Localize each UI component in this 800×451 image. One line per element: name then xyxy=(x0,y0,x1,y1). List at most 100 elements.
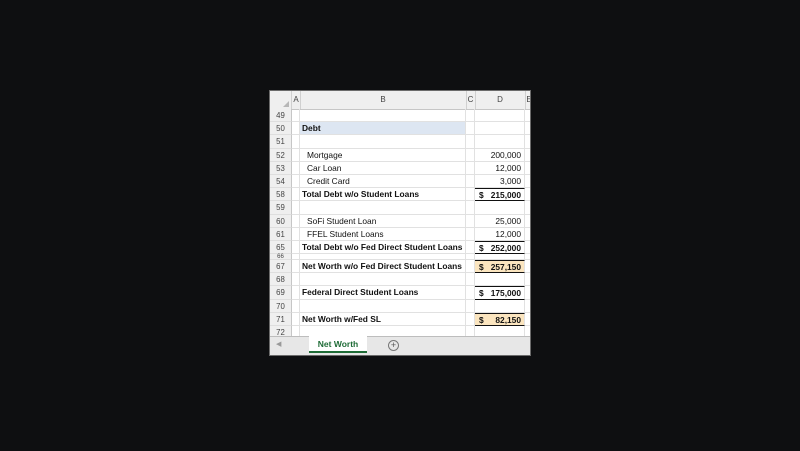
cell-d-value[interactable]: 12,000 xyxy=(475,161,525,175)
cell-c[interactable] xyxy=(466,299,475,313)
cell-b-label[interactable] xyxy=(300,299,466,313)
cell-e[interactable] xyxy=(525,162,530,175)
row-number[interactable]: 67 xyxy=(270,260,292,274)
cell-d-value[interactable] xyxy=(475,201,525,215)
row-number[interactable]: 70 xyxy=(270,299,292,313)
cell-a[interactable] xyxy=(292,109,300,123)
select-all-corner[interactable] xyxy=(270,91,292,109)
cell-b-label[interactable]: Mortgage xyxy=(300,148,466,162)
cell-c[interactable] xyxy=(466,273,475,287)
cell-d-value[interactable]: $257,150 xyxy=(475,260,525,274)
cell-e[interactable] xyxy=(525,188,530,202)
row-number[interactable]: 68 xyxy=(270,273,292,287)
cell-e[interactable] xyxy=(525,228,530,241)
cell-b-label[interactable]: Credit Card xyxy=(300,174,466,189)
cell-a[interactable] xyxy=(292,214,300,228)
cell-a[interactable] xyxy=(292,227,300,241)
row-number[interactable]: 49 xyxy=(270,109,292,123)
cell-d-value[interactable]: $82,150 xyxy=(475,312,525,326)
cell-b-label[interactable]: SoFi Student Loan xyxy=(300,214,466,228)
cell-a[interactable] xyxy=(292,273,300,287)
cell-a[interactable] xyxy=(292,174,300,189)
cell-d-value[interactable] xyxy=(475,299,525,313)
cell-c[interactable] xyxy=(466,148,475,162)
row-number[interactable]: 69 xyxy=(270,286,292,300)
row-number[interactable]: 53 xyxy=(270,161,292,175)
tab-scroll-left-icon[interactable]: ◀ xyxy=(276,340,281,348)
cell-c[interactable] xyxy=(466,174,475,189)
row-number[interactable]: 61 xyxy=(270,227,292,241)
cell-b-label[interactable] xyxy=(300,201,466,215)
cell-d-value[interactable]: 3,000 xyxy=(475,174,525,189)
cell-d-value[interactable]: $252,000 xyxy=(475,240,525,255)
cell-d-value[interactable] xyxy=(475,273,525,287)
cell-c[interactable] xyxy=(466,227,475,241)
cell-b-label[interactable] xyxy=(300,273,466,287)
cell-e[interactable] xyxy=(525,286,530,300)
row-number[interactable]: 65 xyxy=(270,240,292,255)
cell-c[interactable] xyxy=(466,260,475,274)
cell-b-label[interactable]: Total Debt w/o Fed Direct Student Loans xyxy=(300,240,466,255)
cell-d-value[interactable] xyxy=(475,135,525,149)
cell-b-label[interactable] xyxy=(300,109,466,123)
cell-d-value[interactable] xyxy=(475,109,525,123)
cell-a[interactable] xyxy=(292,240,300,255)
cell-a[interactable] xyxy=(292,135,300,149)
cell-a[interactable] xyxy=(292,148,300,162)
cell-a[interactable] xyxy=(292,201,300,215)
cell-d-value[interactable]: 12,000 xyxy=(475,227,525,241)
cell-d-value[interactable]: $175,000 xyxy=(475,286,525,300)
cell-c[interactable] xyxy=(466,188,475,202)
row-number[interactable]: 71 xyxy=(270,312,292,326)
cell-a[interactable] xyxy=(292,312,300,326)
cell-b-label[interactable]: Federal Direct Student Loans xyxy=(300,286,466,300)
cell-e[interactable] xyxy=(525,260,530,274)
cell-b-label[interactable]: Net Worth w/Fed SL xyxy=(300,312,466,326)
cell-c[interactable] xyxy=(466,214,475,228)
sheet-tab-net-worth[interactable]: Net Worth xyxy=(309,336,367,353)
cell-e[interactable] xyxy=(525,175,530,189)
column-header-d[interactable]: D xyxy=(475,91,526,109)
cell-d-value[interactable]: 25,000 xyxy=(475,214,525,228)
cell-e[interactable] xyxy=(525,300,530,313)
column-header-e[interactable]: E xyxy=(525,91,530,109)
cell-e[interactable] xyxy=(525,201,530,215)
cell-e[interactable] xyxy=(525,313,530,326)
cell-e[interactable] xyxy=(525,215,530,228)
cell-b-label[interactable]: Car Loan xyxy=(300,161,466,175)
cell-a[interactable] xyxy=(292,299,300,313)
cell-b-label[interactable]: Net Worth w/o Fed Direct Student Loans xyxy=(300,260,466,274)
row-number[interactable]: 52 xyxy=(270,148,292,162)
cell-a[interactable] xyxy=(292,122,300,136)
row-number[interactable]: 54 xyxy=(270,174,292,189)
cell-a[interactable] xyxy=(292,260,300,274)
row-number[interactable]: 51 xyxy=(270,135,292,149)
cell-e[interactable] xyxy=(525,135,530,149)
row-number[interactable]: 50 xyxy=(270,122,292,136)
cell-e[interactable] xyxy=(525,109,530,123)
row-number[interactable]: 59 xyxy=(270,201,292,215)
cell-e[interactable] xyxy=(525,122,530,136)
cell-d-value[interactable]: $215,000 xyxy=(475,188,525,202)
cell-c[interactable] xyxy=(466,135,475,149)
cell-a[interactable] xyxy=(292,161,300,175)
row-number[interactable]: 58 xyxy=(270,188,292,202)
cell-b-label[interactable]: FFEL Student Loans xyxy=(300,227,466,241)
add-sheet-icon[interactable]: + xyxy=(388,340,399,351)
cell-c[interactable] xyxy=(466,201,475,215)
cell-d-value[interactable] xyxy=(475,122,525,136)
cell-a[interactable] xyxy=(292,286,300,300)
cell-c[interactable] xyxy=(466,286,475,300)
cell-b-label[interactable]: Debt xyxy=(300,122,466,136)
cell-e[interactable] xyxy=(525,241,530,255)
cell-d-value[interactable]: 200,000 xyxy=(475,148,525,162)
cell-e[interactable] xyxy=(525,149,530,162)
cell-b-label[interactable]: Total Debt w/o Student Loans xyxy=(300,188,466,202)
cell-e[interactable] xyxy=(525,273,530,287)
row-number[interactable]: 60 xyxy=(270,214,292,228)
cell-b-label[interactable] xyxy=(300,135,466,149)
cell-c[interactable] xyxy=(466,312,475,326)
cell-c[interactable] xyxy=(466,122,475,136)
cell-c[interactable] xyxy=(466,161,475,175)
column-header-b[interactable]: B xyxy=(300,91,467,109)
